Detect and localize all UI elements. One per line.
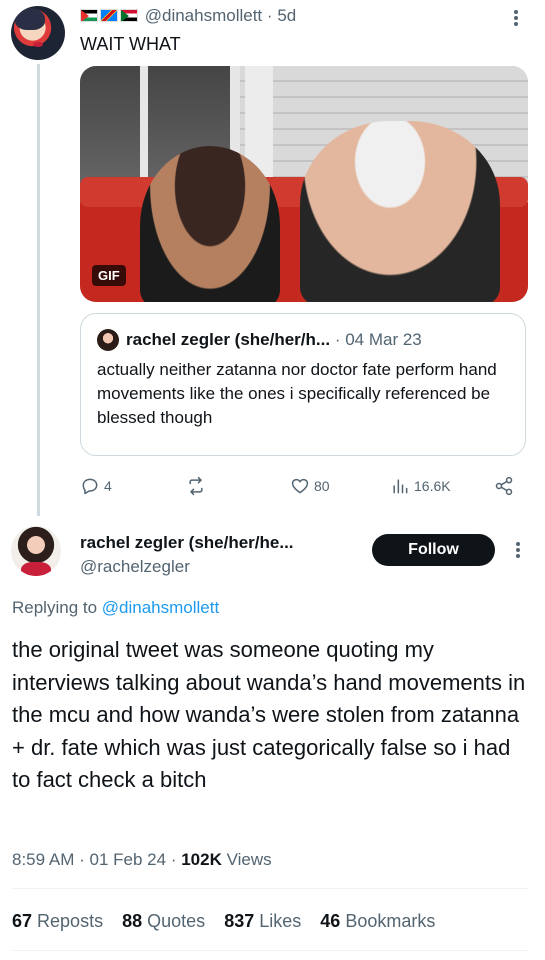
- meta-separator: ·: [79, 850, 85, 869]
- sudan-flag-icon: [120, 9, 138, 22]
- quoted-author-avatar: [97, 329, 119, 351]
- main-tweet-text: the original tweet was someone quoting m…: [12, 637, 526, 793]
- divider: [12, 888, 528, 889]
- share-icon: [495, 476, 513, 496]
- replying-prefix: Replying to: [12, 598, 102, 617]
- views-label: Views: [221, 850, 272, 869]
- heart-icon: [291, 478, 309, 494]
- quoted-tweet-header: rachel zegler (she/her/h... · 04 Mar 23: [126, 329, 422, 351]
- main-author-handle[interactable]: @rachelzegler: [80, 556, 190, 578]
- repost-button[interactable]: [186, 476, 206, 496]
- parent-tweet-text: WAIT WHAT: [80, 34, 181, 54]
- more-options-icon[interactable]: [514, 10, 518, 14]
- more-options-icon[interactable]: [516, 542, 520, 546]
- share-button[interactable]: [494, 476, 514, 496]
- parent-tweet-age[interactable]: 5d: [277, 6, 296, 25]
- engagement-stats: 67 Reposts 88 Quotes 837 Likes 46 Bookma…: [12, 910, 449, 932]
- tweet-metadata: 8:59 AM · 01 Feb 24 · 102K Views: [12, 849, 272, 871]
- reply-count: 4: [104, 478, 112, 494]
- quotes-stat[interactable]: 88 Quotes: [122, 911, 219, 931]
- repost-icon: [189, 476, 203, 496]
- like-button[interactable]: 80: [290, 476, 330, 496]
- tweet-time[interactable]: 8:59 AM: [12, 850, 74, 869]
- parent-tweet-header: @dinahsmollett · 5d: [80, 6, 296, 26]
- bookmarks-stat[interactable]: 46 Bookmarks: [320, 911, 449, 931]
- parent-author-handle[interactable]: @dinahsmollett: [145, 6, 262, 25]
- analytics-icon: [393, 479, 408, 494]
- views-count: 16.6K: [414, 478, 451, 494]
- palestine-flag-icon: [80, 9, 98, 22]
- quoted-author-name: rachel zegler (she/her/h...: [126, 330, 331, 349]
- replying-to-line: Replying to @dinahsmollett: [12, 597, 219, 619]
- divider: [12, 950, 528, 951]
- quoted-date: 04 Mar 23: [345, 330, 422, 349]
- reply-button[interactable]: 4: [80, 476, 112, 496]
- congo-flag-icon: [100, 9, 118, 22]
- main-author-name[interactable]: rachel zegler (she/her/he...: [80, 532, 294, 554]
- reply-icon: [82, 478, 98, 495]
- views-count: 102K: [181, 850, 222, 869]
- like-count: 80: [314, 478, 330, 494]
- gif-media[interactable]: [80, 66, 528, 302]
- avatar-dinahsmollett[interactable]: [11, 6, 65, 60]
- views-button[interactable]: 16.6K: [390, 476, 451, 496]
- tweet-date[interactable]: 01 Feb 24: [90, 850, 167, 869]
- quoted-separator: ·: [334, 330, 341, 349]
- gif-badge: GIF: [92, 265, 126, 286]
- replying-to-link[interactable]: @dinahsmollett: [102, 598, 219, 617]
- quoted-tweet-text: actually neither zatanna nor doctor fate…: [97, 360, 497, 427]
- avatar-rachelzegler[interactable]: [11, 526, 61, 576]
- meta-separator: ·: [170, 850, 177, 869]
- thread-connector-line: [37, 64, 40, 516]
- reposts-stat[interactable]: 67 Reposts: [12, 911, 117, 931]
- likes-stat[interactable]: 837 Likes: [224, 911, 315, 931]
- header-separator: ·: [266, 6, 273, 25]
- follow-button[interactable]: Follow: [372, 534, 495, 566]
